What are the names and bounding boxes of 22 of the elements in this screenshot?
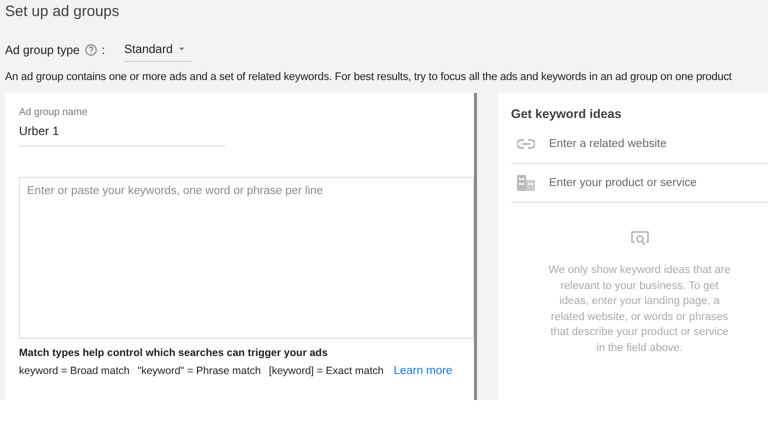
empty-message: We only show keyword ideas that are relevant to your business. To get ideas, enter your landing page, a related website, or words or phrases that describe your product or service in the field above. <box>548 263 732 356</box>
caret-icon <box>178 47 184 51</box>
match-types-heading: Match types help control which searches can trigger your ads <box>19 347 329 359</box>
link-icon <box>517 139 535 149</box>
help-icon[interactable] <box>84 44 97 56</box>
keywords-textarea[interactable]: Enter or paste your keywords, one word or phrase per line <box>19 177 474 339</box>
panel-title: Get keyword ideas <box>511 107 622 121</box>
building-icon <box>517 175 535 191</box>
learn-more-link[interactable]: Learn more <box>394 365 452 377</box>
match-type-text: "keyword" = Phrase match <box>138 365 261 377</box>
field-label: Ad group name <box>19 107 88 118</box>
match-type-text: keyword = Broad match <box>19 365 130 377</box>
idea-input-field[interactable]: Enter your product or service <box>547 176 768 190</box>
page-title: Set up ad groups <box>4 2 120 22</box>
ad-group-name-field[interactable]: Urber 1 <box>19 118 225 147</box>
separator: : <box>102 43 106 57</box>
match-type-text: [keyword] = Exact match <box>268 365 384 377</box>
field-label: Ad group type <box>5 43 80 57</box>
idea-input-field[interactable]: Enter a related website <box>547 137 768 151</box>
search-icon <box>630 231 648 247</box>
description-text: An ad group contains one or more ads and a set of related keywords. For best results, try to focus all the ads and keywords in an ad group on one product <box>4 70 733 85</box>
ad-group-type-dropdown[interactable]: Standard <box>124 38 192 62</box>
